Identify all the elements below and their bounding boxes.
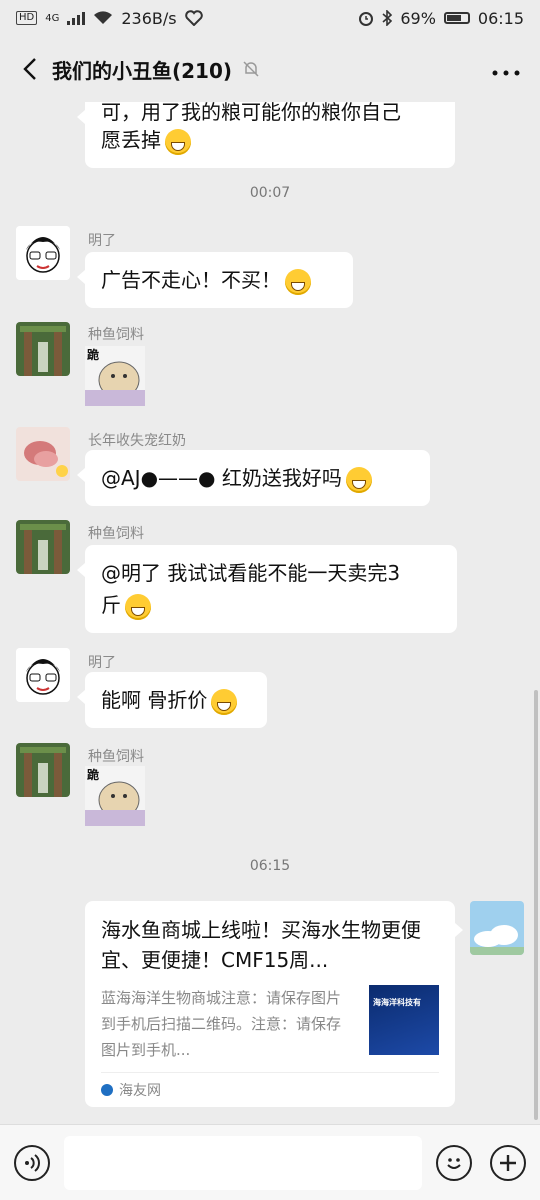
smile-icon xyxy=(447,1157,461,1169)
alarm-icon xyxy=(359,12,374,26)
message-text: @明了 我试试看能不能一天卖完3 xyxy=(101,561,401,585)
card-title: 海水鱼商城上线啦！买海水生物更便宜、更便捷！CMF15周... xyxy=(101,918,421,972)
back-button[interactable] xyxy=(12,51,48,87)
wifi-icon xyxy=(94,11,113,24)
sender-name: 明了 xyxy=(88,233,116,249)
input-bar xyxy=(0,1124,540,1200)
message-text: @AJ●——● 红奶送我好吗 xyxy=(101,466,342,490)
message-text: 可，用了我的粮可能你的粮你自己 xyxy=(101,102,401,124)
avatar[interactable] xyxy=(16,322,70,376)
card-thumb-text: 海海洋科技有 xyxy=(373,998,421,1007)
network-speed: 236B/s xyxy=(121,8,177,28)
sender-name: 明了 xyxy=(88,655,116,671)
emoji-button[interactable] xyxy=(436,1144,472,1181)
message-bubble[interactable]: @明了 我试试看能不能一天卖完3 斤 xyxy=(77,545,457,633)
avatar[interactable] xyxy=(16,226,70,280)
sender-name: 长年收失宠红奶 xyxy=(88,433,186,449)
hd-icon: HD xyxy=(16,11,38,25)
voice-icon xyxy=(25,1153,40,1172)
chat-title: 我们的小丑鱼(210) xyxy=(52,58,233,83)
sender-name: 种鱼饲料 xyxy=(88,526,144,542)
sticker[interactable]: 跪 xyxy=(85,346,145,406)
chat-area[interactable]: 可，用了我的粮可能你的粮你自己 愿丢掉 00:07 明了 广告不走心！不买！ 种… xyxy=(0,102,540,1124)
message-text: 广告不走心！不买！ xyxy=(101,268,281,292)
message-bubble[interactable]: 能啊 骨折价 xyxy=(77,672,267,728)
sticker-caption: 跪 xyxy=(87,768,100,782)
more-button[interactable] xyxy=(484,57,528,82)
status-bar: HD 4G 236B/s 69% 06:15 xyxy=(0,0,540,36)
message-input[interactable] xyxy=(64,1135,422,1190)
card-source-name: 海友网 xyxy=(119,1083,161,1099)
battery-percent: 69% xyxy=(400,8,436,28)
sender-name: 种鱼饲料 xyxy=(88,749,144,765)
voice-button[interactable] xyxy=(14,1144,50,1181)
battery-icon xyxy=(443,12,470,24)
message-text: 愿丢掉 xyxy=(101,128,161,152)
status-time: 06:15 xyxy=(477,8,524,28)
message-bubble[interactable]: 可，用了我的粮可能你的粮你自己 愿丢掉 xyxy=(77,102,455,168)
add-button[interactable] xyxy=(490,1144,526,1181)
signal-icon xyxy=(67,12,86,25)
message-bubble[interactable]: @AJ●——● 红奶送我好吗 xyxy=(77,450,430,506)
grin-emoji xyxy=(285,268,311,295)
sticker-caption: 跪 xyxy=(87,348,100,362)
more-icon xyxy=(492,70,520,75)
timestamp: 00:07 xyxy=(249,185,291,201)
plus-icon xyxy=(500,1154,516,1171)
laugh-cry-emoji xyxy=(125,593,151,620)
avatar[interactable] xyxy=(16,648,70,702)
bluetooth-icon xyxy=(382,10,393,26)
scrollbar[interactable] xyxy=(534,690,538,1120)
chevron-left-icon xyxy=(23,58,36,80)
card-thumbnail: 海海洋科技有 xyxy=(369,985,439,1055)
bell-muted-icon xyxy=(243,61,259,77)
network-type: 4G xyxy=(45,12,60,24)
link-card[interactable]: 海水鱼商城上线啦！买海水生物更便宜、更便捷！CMF15周... 蓝海海洋生物商城… xyxy=(85,901,463,1107)
avatar[interactable] xyxy=(16,520,70,574)
card-description: 蓝海海洋生物商城注意：请保存图片到手机后扫描二维码。注意：请保存图片到手机... xyxy=(101,989,342,1059)
source-logo-icon xyxy=(101,1084,113,1096)
message-bubble[interactable]: 广告不走心！不买！ xyxy=(77,252,353,308)
avatar-self[interactable] xyxy=(470,901,524,955)
sender-name: 种鱼饲料 xyxy=(88,327,144,343)
sticker[interactable]: 跪 xyxy=(85,766,145,826)
heart-eyes-emoji xyxy=(345,466,372,493)
avatar[interactable] xyxy=(16,743,70,797)
message-text: 斤 xyxy=(101,593,121,617)
timestamp: 06:15 xyxy=(249,858,291,874)
avatar[interactable] xyxy=(16,427,70,481)
laugh-cry-emoji xyxy=(165,128,191,155)
grin-emoji xyxy=(211,688,238,715)
heart-pulse-icon xyxy=(184,10,203,26)
message-text: 能啊 骨折价 xyxy=(101,688,208,712)
chat-header: 我们的小丑鱼(210) xyxy=(0,36,540,102)
card-source: 海友网 xyxy=(101,1072,439,1107)
